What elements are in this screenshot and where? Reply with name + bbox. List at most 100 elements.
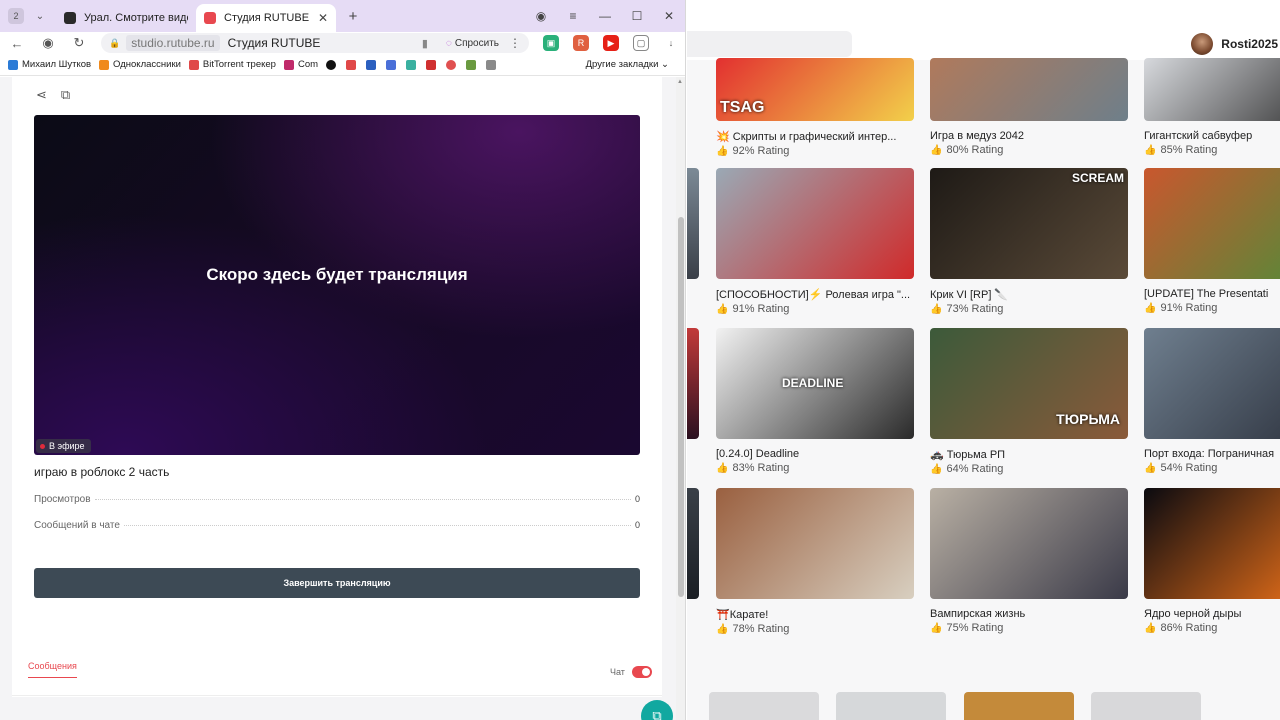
game-thumbnail[interactable] [930, 488, 1128, 599]
game-thumbnail[interactable] [716, 168, 914, 279]
tab-ural[interactable]: Урал. Смотрите видео он [56, 4, 196, 32]
video-player[interactable]: Скоро здесь будет трансляция В эфире [34, 115, 640, 455]
ask-button[interactable]: ◌ Спросить [446, 38, 499, 49]
game-thumbnail-partial[interactable] [687, 488, 699, 599]
address-bar[interactable]: 🔒 studio.rutube.ru Студия RUTUBE ▮ ◌ Спр… [101, 33, 529, 53]
youtube-icon[interactable]: ▶ [603, 35, 619, 51]
game-thumbnail[interactable] [1144, 328, 1280, 439]
game-thumbnail-partial[interactable] [709, 692, 819, 720]
game-tile[interactable]: Вампирская жизнь 👍 75% Rating [930, 488, 1130, 634]
game-thumbnail-partial[interactable] [687, 328, 699, 439]
game-name[interactable]: [UPDATE] The Presentati [1144, 288, 1280, 300]
bookmark-icon[interactable] [326, 59, 337, 70]
game-name[interactable]: ⛩️Карате! [716, 608, 916, 621]
support-chat-button[interactable]: ⧉ [641, 700, 673, 720]
scroll-up-icon[interactable]: ▲ [677, 79, 683, 85]
game-name[interactable]: Ядро черной дыры [1144, 608, 1280, 620]
game-tile[interactable]: DEADLINE [0.24.0] Deadline 👍 83% Rating [716, 328, 916, 474]
user-profile[interactable]: Rosti2025 [1191, 33, 1278, 55]
extension-icon[interactable]: R [573, 35, 589, 51]
close-tab-icon[interactable]: ✕ [318, 11, 328, 25]
bookmark-item[interactable]: Одноклассники [99, 59, 181, 70]
game-rating: 👍 73% Rating [930, 303, 1130, 315]
game-thumbnail[interactable]: ТЮРЬМА [930, 328, 1128, 439]
game-tile[interactable]: TSAG 💥 Скрипты и графический интер... 👍 92%… [716, 58, 916, 157]
game-thumbnail[interactable]: CHIMPANZINI B [1144, 168, 1280, 279]
rating-value: 91% Rating [732, 303, 790, 315]
game-name[interactable]: [0.24.0] Deadline [716, 448, 916, 460]
game-thumbnail[interactable] [716, 488, 914, 599]
game-name[interactable]: 💥 Скрипты и графический интер... [716, 130, 916, 143]
game-name[interactable]: Гигантский сабвуфер [1144, 130, 1280, 142]
collections-icon[interactable]: ▢ [633, 35, 649, 51]
game-name[interactable]: Игра в медуз 2042 [930, 130, 1130, 142]
game-thumbnail-partial[interactable] [964, 692, 1074, 720]
reload-icon[interactable]: ↻ [68, 35, 90, 51]
game-tile[interactable]: Ядро черной дыры 👍 86% Rating [1144, 488, 1280, 634]
bookmark-icon[interactable] [366, 59, 377, 70]
chat-toggle[interactable] [632, 666, 652, 678]
game-rating: 👍 83% Rating [716, 462, 916, 474]
game-thumbnail[interactable] [1144, 58, 1280, 121]
more-icon[interactable]: ⋮ [509, 36, 521, 50]
game-name[interactable]: [СПОСОБНОСТИ]⚡ Ролевая игра "... [716, 288, 916, 301]
bookmark-icon[interactable] [406, 59, 417, 70]
bookmark-icon[interactable] [446, 59, 457, 70]
back-icon[interactable]: ← [6, 36, 28, 51]
game-thumbnail[interactable]: SCREAM [930, 168, 1128, 279]
game-thumbnail[interactable]: DEADLINE [716, 328, 914, 439]
other-bookmarks[interactable]: Другие закладки ⌄ [586, 59, 669, 70]
download-icon[interactable]: ↓ [663, 35, 679, 51]
end-stream-button[interactable]: Завершить трансляцию [34, 568, 640, 598]
page-scrollbar[interactable]: ▲ [676, 77, 685, 720]
tab-search-chevron-icon[interactable]: ⌄ [30, 6, 50, 26]
bookmark-icon[interactable] [486, 59, 497, 70]
game-thumbnail[interactable] [930, 58, 1128, 121]
game-tile[interactable]: [СПОСОБНОСТИ]⚡ Ролевая игра "... 👍 91% Rat… [716, 168, 916, 315]
bookmark-item[interactable]: Михаил Шутков [8, 59, 91, 70]
game-thumbnail[interactable] [1144, 488, 1280, 599]
game-tile[interactable]: Порт входа: Пограничная 👍 54% Rating [1144, 328, 1280, 474]
extension-icon[interactable]: ▣ [543, 35, 559, 51]
share-icon[interactable]: ⋖ [36, 87, 47, 103]
search-input[interactable] [687, 31, 852, 57]
bookmark-icon[interactable] [346, 59, 357, 70]
game-tile[interactable]: CHIMPANZINI B [UPDATE] The Presentati 👍91%… [1144, 168, 1280, 314]
bookmark-icon[interactable] [386, 59, 397, 70]
game-thumbnail-partial[interactable] [1091, 692, 1201, 720]
bookmark-icon[interactable] [466, 59, 477, 70]
game-name[interactable]: Порт входа: Пограничная [1144, 448, 1280, 460]
rating-value: 73% Rating [946, 303, 1004, 315]
screen: 2 ⌄ Урал. Смотрите видео он Студия RUTUB… [0, 0, 1280, 720]
game-tile[interactable]: ТЮРЬМА 🚓 Тюрьма РП 👍 64% Rating [930, 328, 1130, 475]
game-thumbnail-partial[interactable] [836, 692, 946, 720]
scrollbar-thumb[interactable] [678, 217, 684, 597]
tab-messages[interactable]: Сообщения [28, 661, 77, 678]
game-tile[interactable]: SCREAM Крик VI [RP] 🔪 👍 73% Rating [930, 168, 1130, 315]
menu-icon[interactable]: ≡ [557, 9, 589, 23]
game-name[interactable]: Крик VI [RP] 🔪 [930, 288, 1130, 301]
bookmark-item[interactable]: BitTorrent трекер [188, 59, 276, 70]
game-thumbnail-partial[interactable] [687, 168, 699, 279]
bookmark-item[interactable]: Com [283, 59, 318, 70]
maximize-button[interactable]: ☐ [621, 9, 653, 23]
game-name[interactable]: Вампирская жизнь [930, 608, 1130, 620]
stat-label: Сообщений в чате [34, 520, 120, 531]
close-window-button[interactable]: ✕ [653, 9, 685, 23]
bookmark-icon[interactable] [426, 59, 437, 70]
new-tab-button[interactable]: + [342, 5, 364, 27]
game-thumbnail[interactable]: TSAG [716, 58, 914, 121]
game-tile[interactable]: Игра в медуз 2042 👍 80% Rating [930, 58, 1130, 156]
profile-icon[interactable]: ◉ [525, 9, 557, 23]
shield-icon[interactable]: ◉ [37, 35, 59, 51]
external-link-icon[interactable]: ⧉ [61, 87, 70, 103]
tab-counter[interactable]: 2 [8, 8, 24, 24]
stat-dots [94, 499, 631, 500]
thumbs-up-icon: 👍 [930, 144, 943, 156]
game-tile[interactable]: Гигантский сабвуфер 👍 85% Rating [1144, 58, 1280, 156]
game-tile[interactable]: ⛩️Карате! 👍 78% Rating [716, 488, 916, 635]
game-name[interactable]: 🚓 Тюрьма РП [930, 448, 1130, 461]
minimize-button[interactable]: — [589, 9, 621, 23]
tab-studio-rutube[interactable]: Студия RUTUBE ✕ [196, 4, 336, 32]
bookmark-icon[interactable]: ▮ [422, 37, 428, 50]
